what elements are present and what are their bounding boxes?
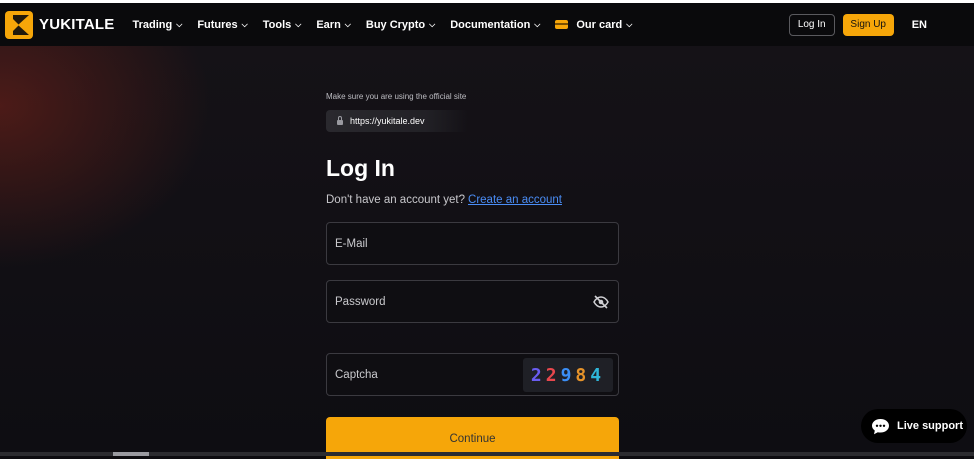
brand-name: YUKITALE	[39, 16, 115, 33]
nav-item-tools[interactable]: Tools ⌵	[263, 19, 302, 31]
password-field	[326, 280, 619, 323]
eye-off-icon[interactable]	[593, 294, 609, 310]
captcha-image[interactable]: 2 2 9 8 4	[523, 358, 613, 392]
nav-label: Documentation	[450, 18, 531, 31]
nav-label: Tools	[262, 18, 292, 31]
nav-item-earn[interactable]: Earn ⌵	[316, 19, 351, 31]
chevron-down-icon: ⌵	[241, 19, 248, 29]
language-selector[interactable]: EN	[912, 19, 927, 31]
email-field	[326, 222, 619, 265]
captcha-digit: 4	[590, 364, 606, 386]
login-button[interactable]: Log In	[788, 13, 835, 36]
captcha-digit: 8	[575, 364, 591, 386]
captcha-digit: 9	[560, 364, 576, 386]
main-menu: Trading ⌵ Futures ⌵ Tools ⌵ Earn ⌵ Buy Crypt…	[133, 19, 648, 31]
live-support-label: Live support	[897, 420, 964, 432]
chevron-down-icon: ⌵	[176, 19, 183, 29]
nav-label: Earn	[316, 18, 341, 31]
chevron-down-icon: ⌵	[295, 19, 302, 29]
captcha-field: 2 2 9 8 4	[326, 353, 619, 396]
chevron-down-icon: ⌵	[344, 19, 351, 29]
nav-actions: Log In Sign Up EN	[788, 3, 974, 46]
no-account-line: Don't have an account yet? Create an acco…	[326, 194, 562, 206]
live-support-widget[interactable]: Live support	[861, 409, 967, 443]
credit-card-icon	[555, 20, 569, 29]
scrollbar-thumb[interactable]	[113, 452, 149, 456]
nav-item-documentation[interactable]: Documentation ⌵	[450, 19, 540, 31]
chevron-down-icon: ⌵	[626, 19, 633, 29]
nav-label: Futures	[197, 18, 238, 31]
captcha-digit: 2	[545, 364, 561, 386]
nav-label: Our card	[576, 18, 623, 31]
nav-label: Buy Crypto	[365, 18, 426, 31]
top-navbar: YUKITALE Trading ⌵ Futures ⌵ Tools ⌵ Earn ⌵ …	[0, 3, 974, 46]
nav-item-our-card[interactable]: Our card ⌵	[555, 19, 632, 31]
create-account-link[interactable]: Create an account	[468, 194, 562, 206]
horizontal-scrollbar[interactable]	[0, 452, 974, 456]
captcha-input[interactable]	[335, 368, 555, 381]
nav-item-trading[interactable]: Trading ⌵	[133, 19, 183, 31]
chevron-down-icon: ⌵	[534, 19, 541, 29]
page-title: Log In	[326, 155, 395, 181]
logo[interactable]: YUKITALE	[5, 10, 115, 39]
chat-bubble-icon	[872, 418, 889, 434]
chevron-down-icon: ⌵	[429, 19, 436, 29]
logo-icon	[5, 10, 33, 39]
official-url-text: https://yukitale.dev	[350, 116, 425, 126]
lock-icon	[337, 115, 343, 125]
email-input[interactable]	[335, 237, 555, 250]
nav-item-futures[interactable]: Futures ⌵	[197, 19, 247, 31]
no-account-text: Don't have an account yet?	[326, 194, 466, 206]
official-site-notice: Make sure you are using the official sit…	[326, 92, 467, 101]
password-input[interactable]	[335, 295, 555, 308]
nav-label: Trading	[132, 18, 173, 31]
nav-item-buy-crypto[interactable]: Buy Crypto ⌵	[366, 19, 435, 31]
captcha-digit: 2	[530, 364, 546, 386]
official-url: https://yukitale.dev	[326, 110, 468, 132]
signup-button[interactable]: Sign Up	[842, 13, 894, 36]
